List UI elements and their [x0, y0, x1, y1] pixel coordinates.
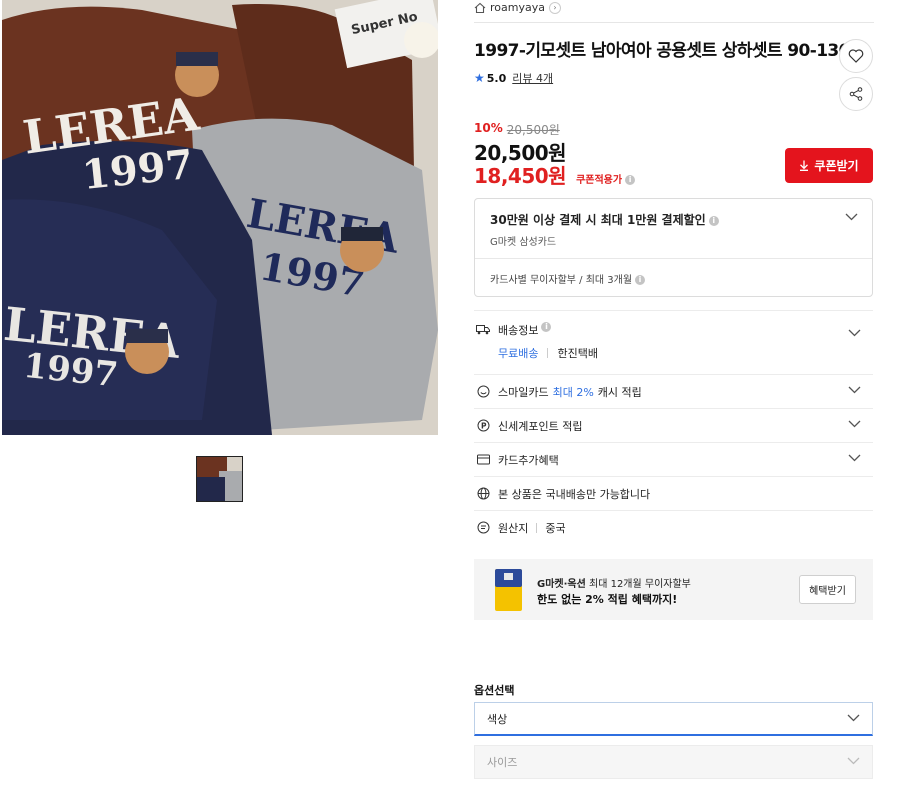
coupon-price-row: 18,450원 쿠폰적용가 i [474, 160, 636, 189]
chevron-down-icon [847, 757, 860, 765]
installment-info: 카드사별 무이자할부 / 최대 3개월 i [490, 271, 646, 286]
smile-card-suffix: 캐시 적립 [597, 385, 642, 399]
product-photo-thumb[interactable] [196, 456, 243, 502]
chevron-down-icon[interactable] [848, 386, 861, 394]
star-icon: ★ [474, 71, 485, 85]
credit-card-image-icon [495, 569, 522, 611]
chevron-right-icon: › [548, 1, 561, 14]
divider [474, 22, 874, 23]
shop-link[interactable]: roamyaya › [474, 1, 561, 14]
download-icon [800, 160, 809, 171]
coupon-price: 18,450원 [474, 164, 567, 188]
truck-icon [476, 322, 490, 336]
svg-text:P: P [481, 421, 487, 430]
coupon-button-label: 쿠폰받기 [814, 159, 859, 173]
smile-card-row[interactable]: 스마일카드 최대 2% 캐시 적립 [474, 374, 873, 408]
shinsegae-point-row[interactable]: P 신세계포인트 적립 [474, 408, 873, 442]
product-photo[interactable]: LEREA 1997 LEREA 1997 LEREA 1997 Super N… [2, 0, 438, 435]
smile-icon [476, 385, 490, 399]
card-benefit-label: 카드추가혜택 [498, 453, 559, 467]
coupon-download-button[interactable]: 쿠폰받기 [785, 148, 873, 183]
origin-value: 중국 [545, 521, 566, 535]
carrier: 한진택배 [557, 347, 598, 360]
shipping-row[interactable]: 배송정보 i 무료배송 한진택배 [474, 310, 873, 374]
payment-benefit-box[interactable]: 30만원 이상 결제 시 최대 1만원 결제할인 i G마켓 삼성카드 카드사별 … [474, 198, 873, 297]
chevron-down-icon[interactable] [848, 420, 861, 428]
installment-text: 카드사별 무이자할부 / 최대 3개월 [490, 275, 633, 286]
share-icon [849, 87, 863, 101]
color-select-label: 색상 [487, 712, 508, 726]
chevron-down-icon[interactable] [845, 213, 858, 221]
shipping-label: 배송정보 [498, 324, 539, 337]
share-button[interactable] [839, 77, 873, 111]
origin-icon [476, 521, 490, 535]
chevron-down-icon [847, 714, 860, 722]
info-rows: 배송정보 i 무료배송 한진택배 스마일카드 최대 2% 캐시 적립 P 신세계포… [474, 310, 873, 544]
info-icon[interactable]: i [625, 175, 636, 185]
chevron-down-icon[interactable] [848, 329, 861, 337]
divider [536, 522, 538, 533]
card-icon [476, 453, 490, 467]
benefit-title-text: 30만원 이상 결제 시 최대 1만원 결제할인 [490, 213, 706, 227]
home-icon [474, 2, 486, 13]
gmarket-card-promo: G마켓·옥션 최대 12개월 무이자할부 한도 없는 2% 적립 혜택까지! 혜… [474, 559, 873, 620]
domestic-shipping-row: 본 상품은 국내배송만 가능합니다 [474, 476, 873, 510]
divider [475, 258, 872, 259]
info-icon[interactable]: i [541, 322, 552, 332]
chevron-down-icon[interactable] [848, 454, 861, 462]
smile-card-highlight: 최대 2% [552, 385, 594, 399]
shop-name: roamyaya [490, 1, 545, 14]
benefit-title: 30만원 이상 결제 시 최대 1만원 결제할인 i [490, 211, 719, 228]
wishlist-button[interactable] [839, 39, 873, 73]
coupon-note: 쿠폰적용가 i [576, 171, 636, 186]
discount-row: 10% 20,500원 [474, 121, 560, 138]
review-link[interactable]: 리뷰 4개 [512, 70, 553, 86]
promo-line-2: 한도 없는 2% 적립 혜택까지! [537, 593, 678, 606]
color-select[interactable]: 색상 [474, 702, 873, 736]
rating-score: 5.0 [486, 71, 507, 85]
point-icon: P [476, 419, 490, 433]
info-icon[interactable]: i [708, 215, 719, 226]
origin-label: 원산지 [498, 521, 529, 535]
rating: ★ 5.0 리뷰 4개 [474, 70, 553, 86]
promo-line-1: G마켓·옥션 최대 12개월 무이자할부 [537, 575, 691, 590]
size-select-label: 사이즈 [487, 756, 518, 769]
domestic-label: 본 상품은 국내배송만 가능합니다 [498, 487, 651, 501]
origin-row: 원산지 중국 [474, 510, 873, 544]
promo-line-1-rest: 최대 12개월 무이자할부 [589, 579, 691, 590]
shipping-detail: 무료배송 한진택배 [498, 345, 598, 361]
options-title: 옵션선택 [474, 684, 515, 697]
card-benefit-row[interactable]: 카드추가혜택 [474, 442, 873, 476]
info-icon[interactable]: i [635, 275, 646, 285]
promo-brand: G마켓·옥션 [537, 579, 586, 590]
original-price: 20,500원 [506, 123, 560, 137]
coupon-note-label: 쿠폰적용가 [576, 175, 623, 186]
promo-benefit-button[interactable]: 혜택받기 [799, 575, 856, 604]
smile-card-prefix: 스마일카드 [498, 385, 549, 399]
divider [547, 348, 549, 358]
discount-rate: 10% [474, 121, 503, 135]
size-select[interactable]: 사이즈 [474, 745, 873, 779]
product-title: 1997-기모셋트 남아여아 공용셋트 상하셋트 90-130 [474, 41, 850, 61]
free-shipping: 무료배송 [498, 347, 539, 360]
benefit-card: G마켓 삼성카드 [490, 237, 557, 248]
shinsegae-label: 신세계포인트 적립 [498, 419, 583, 433]
heart-icon [848, 49, 864, 63]
globe-icon [476, 487, 490, 501]
